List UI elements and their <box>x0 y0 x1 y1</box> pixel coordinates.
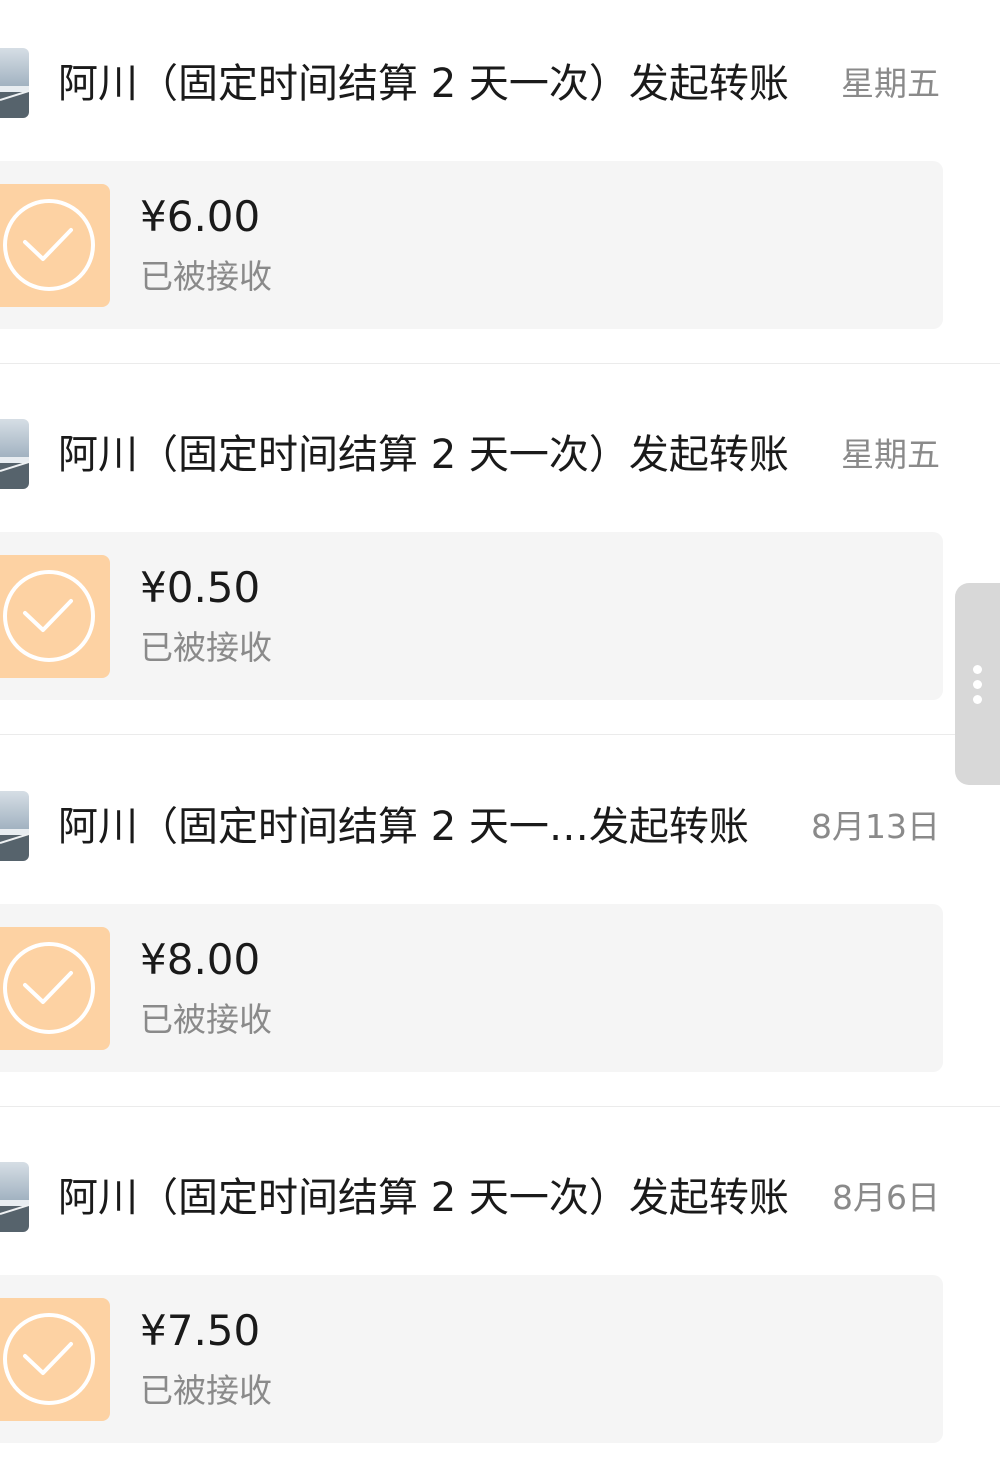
sender-avatar[interactable] <box>0 419 29 490</box>
avatar-photo <box>0 1161 29 1232</box>
message-date: 8月13日 <box>811 806 940 846</box>
transfer-message-list: 阿川（固定时间结算 2 天一次）发起转账 星期五 ¥6.00 已被接收 阿川（固… <box>0 0 1000 1471</box>
transfer-status: 已被接收 <box>140 628 272 668</box>
transfer-action: 发起转账 <box>628 432 789 479</box>
transfer-message[interactable]: 阿川（固定时间结算 2 天一…发起转账 8月13日 ¥8.00 已被接收 <box>0 743 1000 1114</box>
message-date: 星期五 <box>841 64 940 103</box>
transfer-title: 阿川（固定时间结算 2 天一…发起转账 <box>58 802 749 852</box>
divider <box>0 363 1000 364</box>
transfer-card[interactable]: ¥0.50 已被接收 <box>0 532 943 701</box>
transfer-action: 发起转账 <box>588 803 749 850</box>
avatar-photo <box>0 48 29 118</box>
transfer-card[interactable]: ¥6.00 已被接收 <box>0 161 943 329</box>
transfer-amount: ¥8.00 <box>140 934 261 984</box>
handle-dot <box>973 665 982 674</box>
transfer-amount: ¥7.50 <box>140 1305 261 1355</box>
sender-avatar[interactable] <box>0 48 29 118</box>
message-date: 8月6日 <box>832 1177 940 1217</box>
transfer-status: 已被接收 <box>140 257 272 296</box>
avatar-photo <box>0 790 29 861</box>
transfer-title: 阿川（固定时间结算 2 天一次）发起转账 <box>58 430 789 480</box>
sender-name: 阿川（固定时间结算 2 天一次） <box>58 1174 629 1221</box>
check-circle-icon <box>0 1297 110 1421</box>
transfer-status: 已被接收 <box>140 1370 272 1410</box>
divider <box>0 734 1000 736</box>
transfer-message[interactable]: 阿川（固定时间结算 2 天一次）发起转账 星期五 ¥6.00 已被接收 <box>0 0 1000 371</box>
divider <box>0 1105 1000 1107</box>
sender-avatar[interactable] <box>0 1161 29 1232</box>
check-circle-icon <box>0 926 110 1050</box>
transfer-card[interactable]: ¥8.00 已被接收 <box>0 903 943 1072</box>
scroll-handle[interactable] <box>955 583 1000 785</box>
transfer-title: 阿川（固定时间结算 2 天一次）发起转账 <box>58 59 789 109</box>
transfer-amount: ¥6.00 <box>140 192 261 241</box>
handle-dot <box>973 695 982 704</box>
transfer-status: 已被接收 <box>140 999 272 1039</box>
transfer-action: 发起转账 <box>628 61 789 107</box>
handle-dot <box>973 680 982 689</box>
sender-avatar[interactable] <box>0 790 29 861</box>
transfer-card[interactable]: ¥7.50 已被接收 <box>0 1274 943 1443</box>
transfer-amount: ¥0.50 <box>140 563 261 613</box>
message-date: 星期五 <box>841 435 940 475</box>
transfer-message[interactable]: 阿川（固定时间结算 2 天一次）发起转账 星期五 ¥0.50 已被接收 <box>0 371 1000 742</box>
sender-name: 阿川（固定时间结算 2 天一… <box>58 803 589 850</box>
transfer-action: 发起转账 <box>628 1174 789 1221</box>
transfer-message[interactable]: 阿川（固定时间结算 2 天一次）发起转账 8月6日 ¥7.50 已被接收 <box>0 1114 1000 1471</box>
check-circle-icon <box>0 184 110 307</box>
sender-name: 阿川（固定时间结算 2 天一次） <box>58 432 629 479</box>
vertical-dots-icon <box>973 665 982 705</box>
transfer-title: 阿川（固定时间结算 2 天一次）发起转账 <box>58 1173 789 1223</box>
sender-name: 阿川（固定时间结算 2 天一次） <box>58 61 629 107</box>
avatar-photo <box>0 419 29 490</box>
check-circle-icon <box>0 555 110 679</box>
